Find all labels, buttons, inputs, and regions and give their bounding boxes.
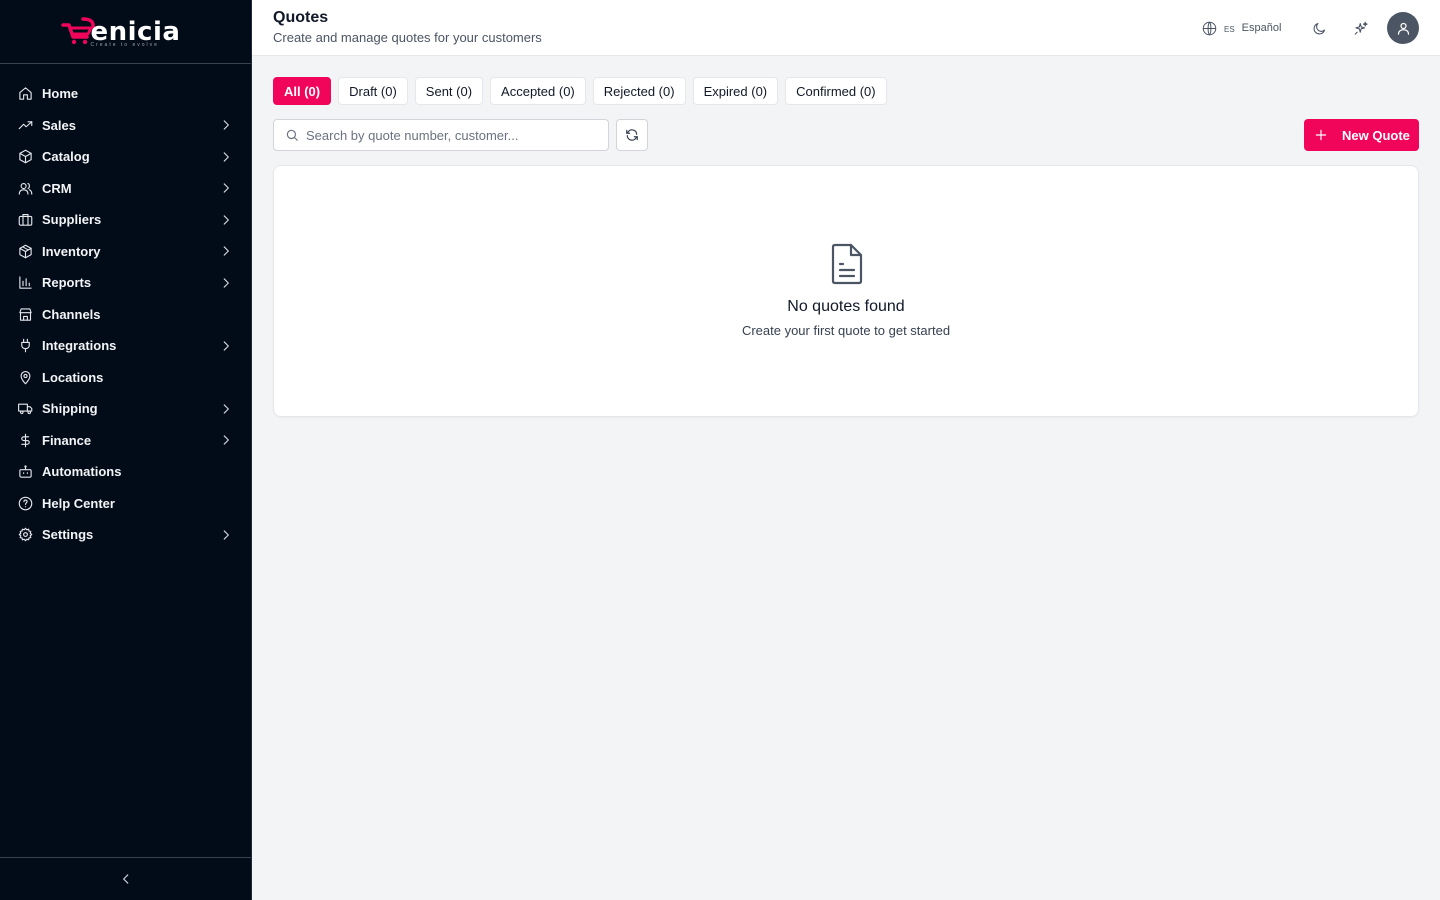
- brand-logo[interactable]: enicia Create to evolve: [60, 12, 191, 52]
- chevron-right-icon: [219, 528, 233, 542]
- tab-expired[interactable]: Expired (0): [692, 77, 779, 105]
- sidebar-item-label: Integrations: [42, 338, 117, 354]
- moon-icon: [1313, 22, 1325, 34]
- tab-rejected[interactable]: Rejected (0): [592, 77, 686, 105]
- file-text-icon: [829, 243, 865, 285]
- sidebar-item-help-center[interactable]: Help Center: [0, 488, 251, 520]
- page-subtitle: Create and manage quotes for your custom…: [273, 30, 542, 45]
- sidebar-item-label: CRM: [42, 180, 72, 196]
- sidebar-item-label: Home: [42, 86, 79, 102]
- sidebar-item-label: Catalog: [42, 149, 90, 165]
- new-quote-label: New Quote: [1342, 127, 1410, 143]
- theme-toggle-button[interactable]: [1310, 19, 1328, 37]
- language-code: ES: [1224, 25, 1235, 34]
- chevron-right-icon: [219, 276, 233, 290]
- chevron-right-icon: [219, 150, 233, 164]
- store-icon: [18, 307, 33, 322]
- tab-draft[interactable]: Draft (0): [338, 77, 408, 105]
- language-name: Español: [1241, 22, 1282, 34]
- empty-state-title: No quotes found: [787, 298, 905, 315]
- sidebar-item-label: Locations: [42, 369, 104, 385]
- refresh-button[interactable]: [616, 119, 648, 151]
- sidebar-item-label: Automations: [42, 464, 122, 480]
- truck-icon: [18, 401, 33, 416]
- box-icon: [18, 149, 33, 164]
- sidebar-item-label: Help Center: [42, 495, 115, 511]
- sidebar-item-label: Settings: [42, 527, 94, 543]
- chevron-right-icon: [219, 118, 233, 132]
- sidebar-item-inventory[interactable]: Inventory: [0, 236, 251, 268]
- package-icon: [18, 244, 33, 259]
- sidebar-item-finance[interactable]: Finance: [0, 425, 251, 457]
- help-circle-icon: [18, 496, 33, 511]
- sidebar-item-home[interactable]: Home: [0, 78, 251, 110]
- sidebar-item-settings[interactable]: Settings: [0, 519, 251, 551]
- sidebar-item-integrations[interactable]: Integrations: [0, 330, 251, 362]
- chevron-right-icon: [219, 339, 233, 353]
- language-switcher[interactable]: ES Español: [1202, 19, 1281, 37]
- tab-accepted[interactable]: Accepted (0): [490, 77, 586, 105]
- search-input[interactable]: [306, 127, 596, 143]
- sidebar-item-locations[interactable]: Locations: [0, 362, 251, 394]
- dollar-icon: [18, 433, 33, 448]
- gear-icon: [18, 527, 33, 542]
- sidebar-item-shipping[interactable]: Shipping: [0, 393, 251, 425]
- logo-area: enicia Create to evolve: [0, 0, 251, 64]
- trending-up-icon: [18, 118, 33, 133]
- refresh-icon: [626, 129, 638, 141]
- sidebar-item-label: Inventory: [42, 243, 101, 259]
- sidebar-item-reports[interactable]: Reports: [0, 267, 251, 299]
- quotes-list-card: No quotes found Create your first quote …: [273, 165, 1419, 417]
- tab-sent[interactable]: Sent (0): [414, 77, 484, 105]
- bar-chart-icon: [18, 275, 33, 290]
- sidebar-item-label: Sales: [42, 117, 76, 133]
- chevron-right-icon: [219, 402, 233, 416]
- globe-icon: [1202, 21, 1217, 35]
- search-box: [273, 119, 609, 151]
- sidebar: enicia Create to evolve Home Sales Catal…: [0, 0, 252, 900]
- tab-all[interactable]: All (0): [273, 77, 332, 105]
- plus-icon: [1315, 129, 1327, 141]
- briefcase-icon: [18, 212, 33, 227]
- sparkles-icon: [1354, 21, 1368, 35]
- chevron-right-icon: [219, 213, 233, 227]
- user-avatar[interactable]: [1387, 12, 1419, 44]
- ai-assistant-button[interactable]: [1352, 19, 1370, 37]
- sidebar-item-label: Shipping: [42, 401, 98, 417]
- sidebar-item-automations[interactable]: Automations: [0, 456, 251, 488]
- chevron-right-icon: [219, 181, 233, 195]
- empty-state-subtitle: Create your first quote to get started: [741, 323, 951, 338]
- sidebar-item-label: Suppliers: [42, 212, 102, 228]
- new-quote-button[interactable]: New Quote: [1304, 119, 1419, 151]
- status-tabs: All (0) Draft (0) Sent (0) Accepted (0) …: [273, 77, 894, 105]
- bot-icon: [18, 464, 33, 479]
- user-icon: [1397, 22, 1409, 35]
- brand-tagline: Create to evolve: [90, 41, 159, 48]
- sidebar-item-channels[interactable]: Channels: [0, 299, 251, 331]
- sidebar-item-label: Reports: [42, 275, 92, 291]
- sidebar-nav: Home Sales Catalog CRM Suppliers Invento…: [0, 64, 251, 551]
- chevron-right-icon: [219, 244, 233, 258]
- page-title: Quotes: [273, 9, 329, 26]
- tab-confirmed[interactable]: Confirmed (0): [785, 77, 887, 105]
- map-pin-icon: [18, 370, 33, 385]
- plug-icon: [18, 338, 33, 353]
- sidebar-item-label: Finance: [42, 432, 92, 448]
- sidebar-item-sales[interactable]: Sales: [0, 110, 251, 142]
- sidebar-item-label: Channels: [42, 306, 101, 322]
- cart-logo-icon: [60, 16, 95, 44]
- sidebar-item-suppliers[interactable]: Suppliers: [0, 204, 251, 236]
- chevron-left-icon: [122, 874, 128, 884]
- sidebar-item-catalog[interactable]: Catalog: [0, 141, 251, 173]
- sidebar-item-crm[interactable]: CRM: [0, 173, 251, 205]
- home-icon: [18, 86, 33, 101]
- chevron-right-icon: [219, 433, 233, 447]
- search-icon: [286, 129, 298, 141]
- top-header: Quotes Create and manage quotes for your…: [252, 0, 1440, 56]
- sidebar-collapse-button[interactable]: [0, 857, 251, 900]
- users-icon: [18, 181, 33, 196]
